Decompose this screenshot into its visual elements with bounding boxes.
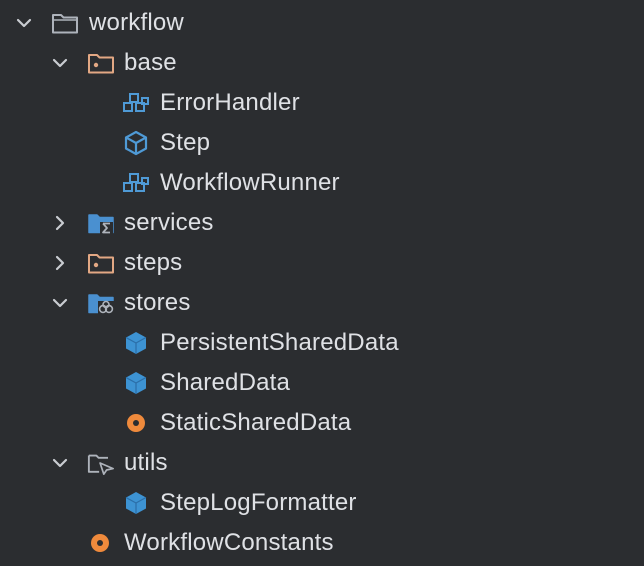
tree-label: WorkflowRunner [160, 169, 340, 196]
tree-label: SharedData [160, 369, 291, 396]
tree-row-staticshareddata[interactable]: StaticSharedData [0, 403, 644, 443]
stores-folder-icon [87, 289, 115, 317]
tree-label: WorkflowConstants [124, 529, 334, 556]
tree-row-utils[interactable]: utils [0, 443, 644, 483]
struct-icon [122, 369, 150, 397]
tree-label: steps [124, 249, 183, 276]
package-folder-icon [87, 249, 115, 277]
tree-label: StepLogFormatter [160, 489, 357, 516]
struct-icon [122, 329, 150, 357]
interface-icon [122, 129, 150, 157]
package-folder-icon [87, 49, 115, 77]
tree-label: ErrorHandler [160, 89, 300, 116]
project-tree: workflow base ErrorHandler Step Workflow… [0, 0, 644, 566]
object-icon [86, 529, 114, 557]
chevron-down-icon[interactable] [48, 451, 72, 475]
tree-row-steps[interactable]: steps [0, 243, 644, 283]
tree-label: services [124, 209, 214, 236]
tree-label: workflow [89, 9, 184, 36]
tree-row-stores[interactable]: stores [0, 283, 644, 323]
class-icon [122, 169, 150, 197]
chevron-right-icon[interactable] [48, 211, 72, 235]
tree-row-persistentshareddata[interactable]: PersistentSharedData [0, 323, 644, 363]
class-icon [122, 89, 150, 117]
tree-row-workflowrunner[interactable]: WorkflowRunner [0, 163, 644, 203]
chevron-down-icon[interactable] [48, 51, 72, 75]
tree-row-workflow[interactable]: workflow [0, 3, 644, 43]
chevron-down-icon[interactable] [48, 291, 72, 315]
tree-row-base[interactable]: base [0, 43, 644, 83]
tree-label: Step [160, 129, 211, 156]
tree-row-workflowconstants[interactable]: WorkflowConstants [0, 523, 644, 563]
chevron-right-icon[interactable] [48, 251, 72, 275]
tree-row-shareddata[interactable]: SharedData [0, 363, 644, 403]
tree-row-errorhandler[interactable]: ErrorHandler [0, 83, 644, 123]
excluded-folder-icon [87, 449, 115, 477]
object-icon [122, 409, 150, 437]
services-folder-icon [87, 209, 115, 237]
tree-label: PersistentSharedData [160, 329, 399, 356]
tree-label: stores [124, 289, 191, 316]
tree-row-step[interactable]: Step [0, 123, 644, 163]
folder-icon [51, 9, 79, 37]
tree-row-steplogformatter[interactable]: StepLogFormatter [0, 483, 644, 523]
tree-row-services[interactable]: services [0, 203, 644, 243]
chevron-down-icon[interactable] [12, 11, 36, 35]
struct-icon [122, 489, 150, 517]
tree-label: base [124, 49, 177, 76]
tree-label: utils [124, 449, 168, 476]
tree-label: StaticSharedData [160, 409, 352, 436]
